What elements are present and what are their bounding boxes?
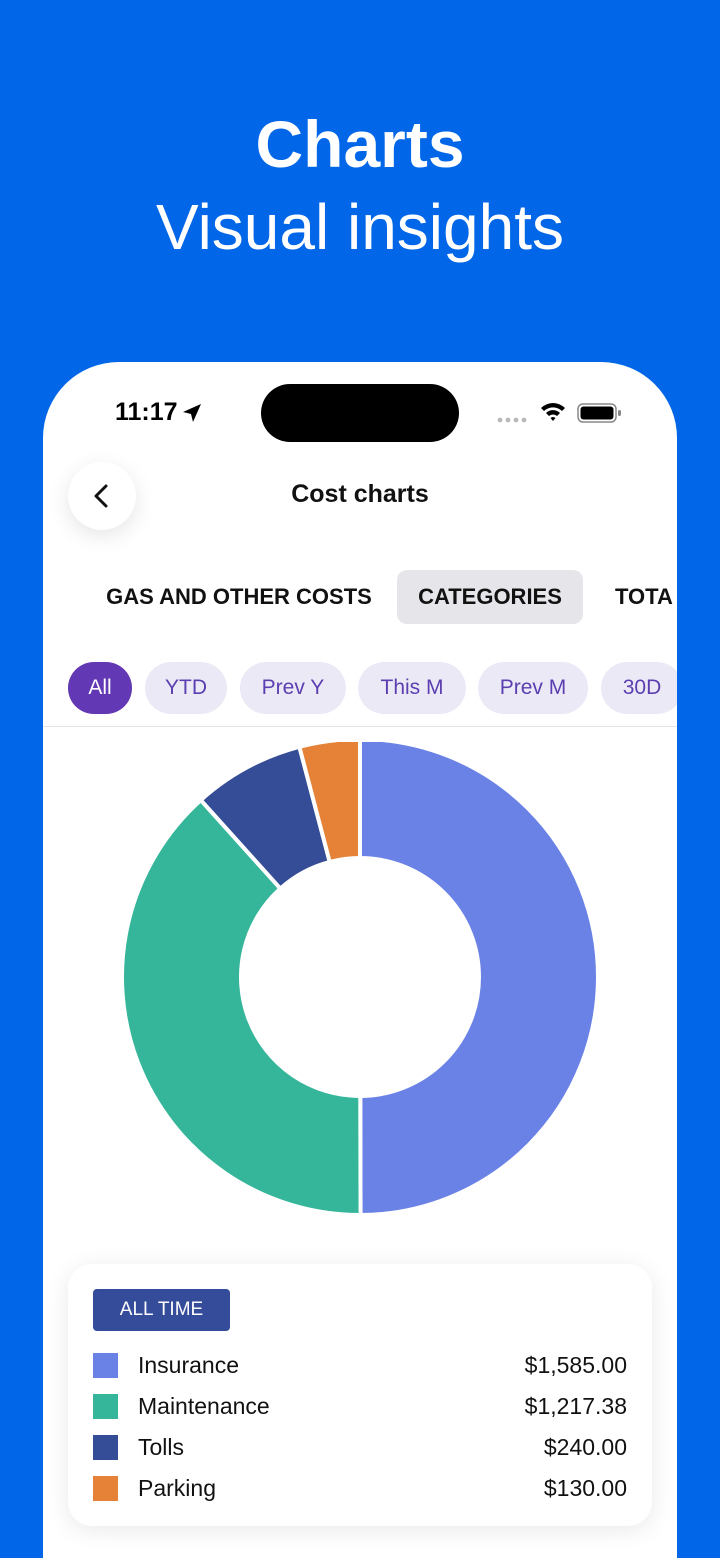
legend-value: $240.00 bbox=[543, 1434, 627, 1460]
tab-categories[interactable]: CATEGORIES bbox=[397, 570, 583, 624]
legend-item-insurance: Insurance $1,585.00 bbox=[93, 1350, 627, 1380]
navigation-bar: Cost charts bbox=[43, 458, 677, 538]
chip-prev-y[interactable]: Prev Y bbox=[240, 662, 346, 714]
legend-label: Tolls bbox=[138, 1434, 185, 1460]
hero-title: Charts bbox=[255, 107, 465, 181]
hero-subtitle: Visual insights bbox=[156, 191, 564, 263]
legend-swatch bbox=[93, 1353, 118, 1378]
legend-item-tolls: Tolls $240.00 bbox=[93, 1432, 627, 1462]
dynamic-island bbox=[261, 384, 459, 442]
legend-card: ALL TIME Insurance $1,585.00 Maintenance… bbox=[68, 1264, 652, 1526]
status-bar: 11:17 bbox=[43, 362, 677, 462]
legend-item-maintenance: Maintenance $1,217.38 bbox=[93, 1391, 627, 1421]
legend-label: Insurance bbox=[138, 1352, 240, 1378]
legend-value: $130.00 bbox=[543, 1475, 627, 1501]
page-title: Cost charts bbox=[291, 480, 429, 508]
legend-swatch bbox=[93, 1435, 118, 1460]
legend-label: Parking bbox=[138, 1475, 216, 1501]
chip-prev-m[interactable]: Prev M bbox=[478, 662, 588, 714]
period-badge: ALL TIME bbox=[93, 1289, 230, 1331]
wifi-icon bbox=[541, 403, 565, 421]
category-donut-chart bbox=[120, 742, 600, 1218]
divider bbox=[43, 726, 677, 727]
legend-swatch bbox=[93, 1476, 118, 1501]
hero-header: Charts Visual insights bbox=[0, 100, 720, 266]
tab-totals[interactable]: TOTA bbox=[615, 570, 677, 624]
legend-label: Maintenance bbox=[138, 1393, 270, 1419]
status-time: 11:17 bbox=[115, 398, 178, 426]
battery-icon bbox=[577, 403, 621, 423]
legend-value: $1,217.38 bbox=[524, 1393, 627, 1419]
chip-ytd[interactable]: YTD bbox=[145, 662, 227, 714]
tab-gas-and-other-costs[interactable]: GAS AND OTHER COSTS bbox=[69, 570, 409, 624]
location-arrow-icon bbox=[183, 404, 201, 422]
donut-slice-insurance bbox=[358, 742, 600, 1218]
period-filter-chips: All YTD Prev Y This M Prev M 30D bbox=[43, 662, 677, 714]
chip-all[interactable]: All bbox=[68, 662, 132, 714]
category-tabs: GAS AND OTHER COSTS CATEGORIES TOTA bbox=[43, 570, 677, 624]
legend-item-parking: Parking $130.00 bbox=[93, 1473, 627, 1503]
legend-value: $1,585.00 bbox=[524, 1352, 627, 1378]
chip-30d[interactable]: 30D bbox=[601, 662, 677, 714]
legend-swatch bbox=[93, 1394, 118, 1419]
chip-this-m[interactable]: This M bbox=[358, 662, 466, 714]
phone-screen: 11:17 Cost charts GAS AND OTHER COSTS CA… bbox=[43, 362, 677, 1558]
cellular-signal-icon bbox=[497, 417, 527, 423]
